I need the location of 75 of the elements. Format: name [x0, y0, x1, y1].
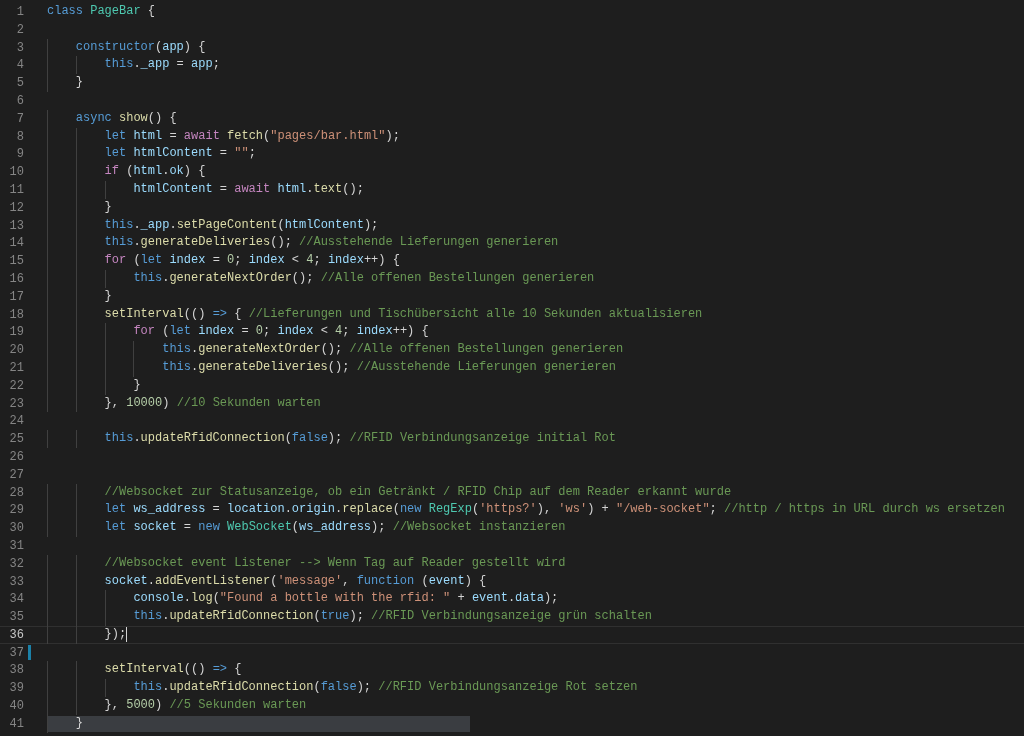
line-number: 32	[8, 555, 24, 572]
line-number: 34	[8, 591, 24, 608]
line-number: 14	[8, 235, 24, 252]
code-line: }	[47, 199, 1024, 216]
code-line: setInterval(() => { //Lieferungen und Tischübersicht alle 10 Sekunden aktualisieren	[47, 306, 1024, 323]
line-number: 25	[8, 431, 24, 447]
line-number: 30	[8, 520, 24, 536]
line-number: 5	[15, 75, 24, 91]
line-number: 23	[8, 395, 24, 412]
line-number: 28	[8, 484, 24, 501]
code-line: }	[47, 377, 1024, 394]
code-line: let socket = new WebSocket(ws_address); //Websocket instanzieren	[47, 520, 1024, 536]
line-number: 21	[8, 359, 24, 376]
line-number: 11	[8, 181, 24, 198]
line-number: 8	[15, 128, 24, 145]
code-line: let ws_address = location.origin.replace(new RegExp('https?'), 'ws') + "/web-socket"; //http / https in URL durch ws ersetzen	[47, 502, 1024, 519]
code-line: async show() {	[47, 110, 1024, 127]
code-line: //Websocket event Listener --> Wenn Tag auf Reader gestellt wird	[47, 555, 1024, 572]
line-number: 17	[8, 288, 24, 305]
code-line: }, 5000) //5 Sekunden warten	[47, 698, 1024, 714]
line-number: 10	[8, 164, 24, 180]
code-line: this.generateNextOrder(); //Alle offenen Bestellungen generieren	[47, 270, 1024, 287]
line-number: 12	[8, 199, 24, 216]
line-number: 39	[8, 680, 24, 697]
line-number: 2	[15, 21, 24, 38]
line-number: 18	[8, 306, 24, 323]
line-number: 1	[15, 4, 24, 20]
code-line: setInterval(() => {	[47, 662, 1024, 679]
code-line: this.updateRfidConnection(false); //RFID Verbindungsanzeige initial Rot	[47, 431, 1024, 447]
code-line: let html = await fetch("pages/bar.html");	[47, 128, 1024, 145]
line-number: 15	[8, 253, 24, 269]
line-number: 36	[8, 626, 24, 643]
code-line: this.generateNextOrder(); //Alle offenen Bestellungen generieren	[47, 342, 1024, 358]
code-line: }	[47, 75, 1024, 91]
line-number: 41	[8, 715, 24, 732]
code-line: //Websocket zur Statusanzeige, ob ein Getränkt / RFID Chip auf dem Reader erkannt wurde	[47, 484, 1024, 501]
code-line: htmlContent = await html.text();	[47, 181, 1024, 198]
line-number: 6	[15, 93, 24, 109]
code-line: this.generateDeliveries(); //Ausstehende Lieferungen generieren	[47, 235, 1024, 252]
code-line: let htmlContent = "";	[47, 146, 1024, 163]
line-number: 31	[8, 537, 24, 554]
line-number: 38	[8, 662, 24, 679]
code-line: console.log("Found a bottle with the rfid: " + event.data);	[47, 591, 1024, 608]
code-line: for (let index = 0; index < 4; index++) {	[47, 253, 1024, 269]
code-line: class PageBar {	[47, 4, 157, 20]
code-line: constructor(app) {	[47, 39, 1024, 56]
line-number: 22	[8, 377, 24, 394]
line-number: 24	[8, 413, 24, 430]
text-cursor	[126, 627, 128, 643]
line-number: 7	[15, 110, 24, 127]
line-number: 16	[8, 270, 24, 287]
line-number: 4	[15, 57, 24, 74]
line-number: 27	[8, 466, 24, 483]
code-line: this.updateRfidConnection(false); //RFID Verbindungsanzeige Rot setzen	[47, 680, 1024, 697]
code-line: this._app.setPageContent(htmlContent);	[47, 217, 1024, 234]
code-line: this._app = app;	[47, 57, 1024, 74]
line-number: 37	[8, 644, 24, 661]
line-number: 40	[8, 698, 24, 714]
line-number: 29	[8, 502, 24, 519]
line-number: 3	[15, 39, 24, 56]
line-number: 33	[8, 573, 24, 590]
code-line: for (let index = 0; index < 4; index++) {	[47, 324, 1024, 341]
line-number: 35	[8, 609, 24, 625]
code-line: socket.addEventListener('message', function (event) {	[47, 573, 1024, 590]
line-number: 9	[15, 146, 24, 163]
code-line: this.generateDeliveries(); //Ausstehende Lieferungen generieren	[47, 359, 1024, 376]
code-line: this.updateRfidConnection(true); //RFID Verbindungsanzeige grün schalten	[47, 609, 1024, 625]
code-line: }, 10000) //10 Sekunden warten	[47, 395, 1024, 412]
code-line: });	[47, 626, 1024, 643]
line-number: 19	[8, 324, 24, 341]
line-number: 13	[8, 217, 24, 234]
code-line: }	[47, 288, 1024, 305]
line-number: 26	[8, 448, 24, 465]
line-number: 20	[8, 342, 24, 358]
code-line: if (html.ok) {	[47, 164, 1024, 180]
